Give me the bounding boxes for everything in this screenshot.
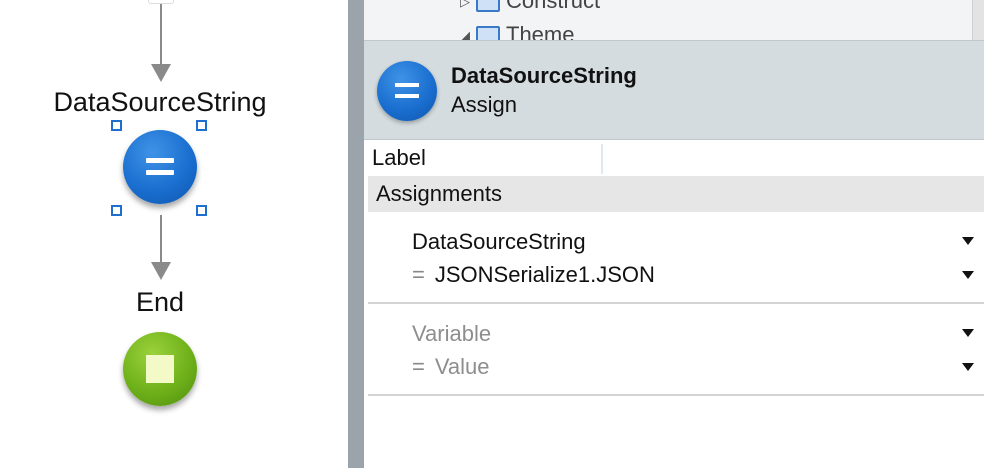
assignment-variable[interactable]: DataSourceString — [412, 229, 586, 255]
tree-item-theme[interactable]: ◢ Theme — [460, 22, 574, 40]
assignments-section-header: Assignments — [368, 176, 984, 212]
arrow-down-icon — [151, 64, 171, 82]
label-property-name: Label — [372, 145, 426, 170]
flow-canvas[interactable]: DataSourceString End — [0, 0, 348, 468]
element-name: DataSourceString — [451, 63, 637, 88]
connector-line — [160, 215, 162, 265]
equals-sign: = — [412, 262, 425, 287]
tree-scrollbar[interactable] — [972, 0, 984, 40]
panel-splitter[interactable] — [348, 0, 364, 468]
element-type: Assign — [451, 92, 518, 117]
assignment-value[interactable]: = JSONSerialize1.JSON — [412, 262, 655, 288]
tree-item-construct[interactable]: ▷ Construct — [460, 0, 600, 14]
expand-arrow-icon[interactable]: ▷ — [460, 0, 472, 10]
assign-node-label: DataSourceString — [53, 87, 267, 117]
value-dropdown-icon[interactable] — [962, 363, 974, 371]
property-divider — [601, 144, 603, 174]
folder-icon — [476, 0, 500, 13]
new-assignment-row[interactable]: Variable = Value — [368, 304, 984, 396]
properties-panel: ▷ Construct ◢ Theme DataSourceString Assig… — [364, 0, 984, 468]
selection-handle-top-right[interactable] — [196, 120, 207, 131]
selection-handle-bottom-right[interactable] — [196, 205, 207, 216]
variable-dropdown-icon[interactable] — [962, 329, 974, 337]
value-dropdown-icon[interactable] — [962, 271, 974, 279]
variable-placeholder[interactable]: Variable — [412, 321, 491, 347]
assign-icon — [377, 61, 437, 121]
label-property-row: Label — [364, 140, 984, 176]
label-input[interactable] — [604, 142, 982, 174]
properties-header: DataSourceString Assign — [364, 40, 984, 140]
element-tree: ▷ Construct ◢ Theme — [364, 0, 984, 40]
folder-icon — [476, 26, 500, 40]
stop-icon — [146, 355, 174, 383]
selection-handle-bottom-left[interactable] — [111, 205, 122, 216]
end-node-label: End — [135, 287, 185, 317]
selection-handle-top-left[interactable] — [111, 120, 122, 131]
end-node[interactable] — [123, 332, 197, 406]
assignment-row[interactable]: DataSourceString = JSONSerialize1.JSON — [368, 212, 984, 304]
arrow-down-icon — [151, 262, 171, 280]
collapse-arrow-icon[interactable]: ◢ — [460, 28, 472, 40]
variable-dropdown-icon[interactable] — [962, 237, 974, 245]
equals-sign: = — [412, 354, 425, 379]
connector-line — [160, 4, 162, 66]
value-placeholder[interactable]: = Value — [412, 354, 490, 380]
assign-node[interactable] — [123, 130, 197, 204]
